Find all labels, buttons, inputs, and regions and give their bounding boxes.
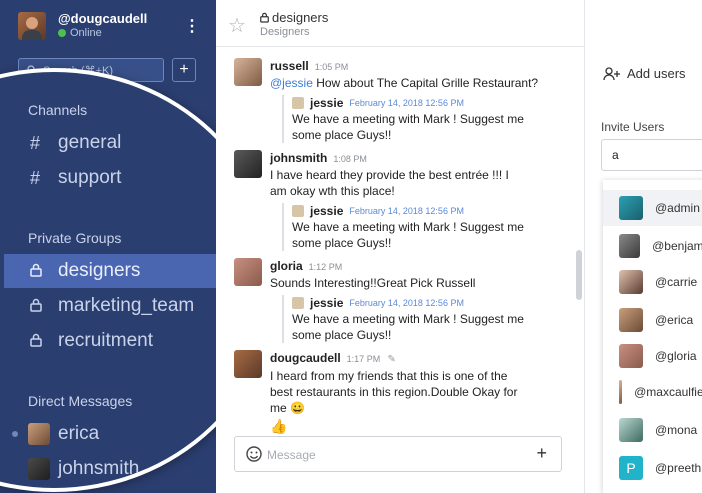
- private-groups-header: Private Groups: [28, 230, 122, 246]
- add-user-icon: [603, 66, 620, 80]
- online-status-icon: [58, 29, 66, 37]
- reaction[interactable]: 👍: [270, 418, 570, 434]
- message-composer[interactable]: Message +: [234, 436, 562, 472]
- lock-icon: [30, 261, 52, 282]
- emoji-icon[interactable]: [245, 445, 263, 463]
- room-subtitle: Designers: [260, 26, 310, 38]
- group-recruitment[interactable]: recruitment: [4, 324, 216, 358]
- star-icon[interactable]: ☆: [228, 13, 246, 38]
- suggestion-benjamin[interactable]: @benjamin: [603, 228, 702, 264]
- avatar: [619, 380, 623, 404]
- avatar: P: [619, 456, 643, 480]
- avatar: [619, 270, 643, 294]
- suggestion-carrie[interactable]: @carrie: [603, 264, 702, 300]
- user-status: Online: [58, 26, 147, 40]
- quoted-message: jessie February 14, 2018 12:56 PM We have…: [282, 203, 570, 251]
- room-title: designers: [260, 10, 328, 25]
- avatar: [619, 234, 641, 258]
- avatar: [619, 344, 643, 368]
- user-suggestions-dropdown: @admin @benjamin @carrie @erica @gloria …: [603, 180, 702, 493]
- group-marketing-team[interactable]: marketing_team: [4, 289, 216, 323]
- avatar: [234, 58, 262, 86]
- suggestion-mona[interactable]: @mona: [603, 412, 702, 448]
- room-header: ☆ designers Designers: [216, 0, 584, 47]
- sidebar: @dougcaudell Online ⋮ Search (⌘+K) + Cha…: [0, 0, 216, 493]
- avatar: [28, 458, 50, 480]
- avatar: [619, 196, 643, 220]
- lock-icon: [260, 12, 269, 23]
- avatar: [234, 258, 262, 286]
- avatar: [292, 97, 304, 109]
- suggestion-preethi[interactable]: P @preethi: [603, 450, 702, 486]
- chat-main: ☆ designers Designers russell 1:05 PM @je…: [216, 0, 585, 493]
- dm-erica[interactable]: erica: [4, 417, 216, 451]
- scrollbar[interactable]: [576, 250, 582, 300]
- magnified-sidebar: Channels # general # support Private Group…: [0, 68, 216, 492]
- avatar: [28, 423, 50, 445]
- add-attachment-button[interactable]: +: [536, 443, 547, 464]
- avatar: [234, 350, 262, 378]
- channel-general[interactable]: # general: [4, 126, 216, 160]
- lock-icon: [30, 331, 52, 352]
- avatar: [619, 308, 643, 332]
- channel-support[interactable]: # support: [4, 161, 216, 195]
- avatar: [234, 150, 262, 178]
- hash-icon: #: [30, 167, 41, 188]
- channels-header: Channels: [28, 102, 88, 118]
- current-user[interactable]: @dougcaudell Online ⋮: [18, 10, 208, 42]
- kebab-menu-icon[interactable]: ⋮: [184, 16, 200, 36]
- invite-users-input[interactable]: a: [601, 139, 702, 171]
- online-status-icon: [12, 431, 18, 437]
- suggestion-erica[interactable]: @erica: [603, 302, 702, 338]
- message-input[interactable]: Message: [267, 448, 316, 462]
- add-users-button[interactable]: Add users: [603, 66, 686, 81]
- quoted-message: jessie February 14, 2018 12:56 PM We have…: [282, 295, 570, 343]
- avatar: [18, 12, 46, 40]
- right-panel: Add users Invite Users a @admin @benjami…: [585, 0, 702, 493]
- group-designers[interactable]: designers: [4, 254, 216, 288]
- invite-users-label: Invite Users: [601, 120, 665, 134]
- quoted-message: jessie February 14, 2018 12:56 PM We have…: [282, 95, 570, 143]
- lock-icon: [30, 296, 52, 317]
- hash-icon: #: [30, 132, 41, 153]
- avatar: [292, 205, 304, 217]
- dm-johnsmith[interactable]: johnsmith: [4, 452, 216, 486]
- mention-link[interactable]: @jessie: [270, 76, 313, 90]
- avatar: [619, 418, 643, 442]
- suggestion-maxcaulfield[interactable]: @maxcaulfield: [603, 374, 702, 410]
- username: @dougcaudell: [58, 11, 148, 26]
- avatar: [292, 297, 304, 309]
- edit-icon[interactable]: ✎: [388, 354, 396, 365]
- direct-messages-header: Direct Messages: [28, 393, 133, 409]
- suggestion-admin[interactable]: @admin: [603, 190, 702, 226]
- suggestion-gloria[interactable]: @gloria: [603, 338, 702, 374]
